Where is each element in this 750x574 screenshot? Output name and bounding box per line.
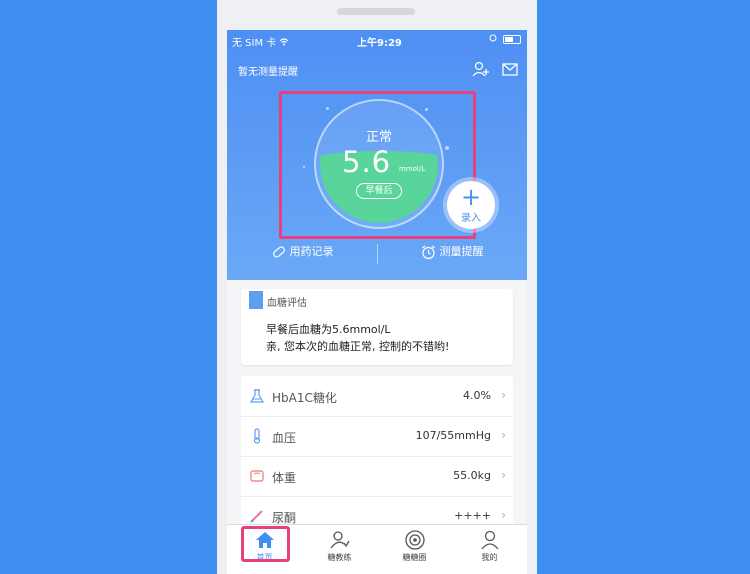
measure-reminder-label: 测量提醒 xyxy=(439,245,484,258)
metric-name: HbA1C糖化 xyxy=(272,391,337,405)
metric-value: 107/55mmHg xyxy=(415,429,491,442)
quick-actions-divider xyxy=(377,244,378,264)
evaluation-line-1: 早餐后血糖为5.6mmol/L xyxy=(266,323,391,336)
flask-icon xyxy=(249,388,265,404)
chevron-right-icon: › xyxy=(501,388,506,402)
coach-icon xyxy=(329,529,351,551)
orientation-lock-icon xyxy=(489,34,500,45)
dashboard-header-area: 无 SIM 卡 上午9:29 暂无测量提醒 正常 5.6 mmol/L 早餐后 … xyxy=(227,30,527,280)
record-entry-button[interactable]: + 录入 xyxy=(447,181,495,229)
metric-row-blood-pressure[interactable]: 血压 107/55mmHg › xyxy=(241,416,513,457)
mail-icon[interactable] xyxy=(501,60,519,78)
bottom-tab-bar: 首页 糖教练 糖糖圈 我的 xyxy=(227,524,527,574)
medication-record-button[interactable]: 用药记录 xyxy=(272,243,334,259)
metric-name: 血压 xyxy=(272,431,297,445)
scale-icon xyxy=(249,468,265,484)
metric-row-weight[interactable]: 体重 55.0kg › xyxy=(241,456,513,497)
metric-value: ++++ xyxy=(454,509,491,522)
evaluation-line-2: 亲, 您本次的血糖正常, 控制的不错哟! xyxy=(266,340,450,353)
add-user-icon[interactable] xyxy=(472,60,490,78)
chevron-right-icon: › xyxy=(501,428,506,442)
pill-icon xyxy=(272,245,290,258)
tab-label: 糖糖圈 xyxy=(402,553,427,562)
profile-icon xyxy=(479,529,501,551)
battery-icon xyxy=(503,34,521,44)
phone-frame: 无 SIM 卡 上午9:29 暂无测量提醒 正常 5.6 mmol/L 早餐后 … xyxy=(217,0,537,574)
app-screen: 无 SIM 卡 上午9:29 暂无测量提醒 正常 5.6 mmol/L 早餐后 … xyxy=(227,30,527,574)
record-entry-label: 录入 xyxy=(461,213,481,224)
thermometer-icon xyxy=(249,428,265,444)
home-tab-highlight-box xyxy=(241,526,290,562)
metric-row-hba1c[interactable]: HbA1C糖化 4.0% › xyxy=(241,376,513,417)
medication-record-label: 用药记录 xyxy=(289,245,334,258)
reminder-status-text: 暂无测量提醒 xyxy=(238,67,298,78)
metric-value: 55.0kg xyxy=(453,469,491,482)
alarm-clock-icon xyxy=(421,245,440,259)
chevron-right-icon: › xyxy=(501,508,506,522)
carrier-text: 无 SIM 卡 xyxy=(232,34,289,49)
tab-community[interactable]: 糖糖圈 xyxy=(377,525,452,573)
status-right xyxy=(489,34,521,45)
status-bar: 无 SIM 卡 上午9:29 xyxy=(227,30,527,50)
tab-coach[interactable]: 糖教练 xyxy=(302,525,377,573)
circle-community-icon xyxy=(404,529,426,551)
glucose-evaluation-card: 血糖评估 早餐后血糖为5.6mmol/L 亲, 您本次的血糖正常, 控制的不错哟… xyxy=(241,289,513,365)
wifi-icon xyxy=(279,38,289,49)
metric-value: 4.0% xyxy=(463,389,491,402)
phone-speaker xyxy=(337,8,415,15)
tab-label: 糖教练 xyxy=(327,553,352,562)
evaluation-title: 血糖评估 xyxy=(267,298,307,309)
plus-icon: + xyxy=(460,183,482,211)
evaluation-badge-icon xyxy=(249,291,263,309)
test-strip-icon xyxy=(249,508,265,524)
carrier-label: 无 SIM 卡 xyxy=(232,38,277,49)
chevron-right-icon: › xyxy=(501,468,506,482)
measure-reminder-button[interactable]: 测量提醒 xyxy=(421,243,484,260)
tab-label: 我的 xyxy=(481,553,498,562)
status-time: 上午9:29 xyxy=(357,38,402,49)
metric-name: 体重 xyxy=(272,471,297,485)
tab-profile[interactable]: 我的 xyxy=(452,525,527,573)
